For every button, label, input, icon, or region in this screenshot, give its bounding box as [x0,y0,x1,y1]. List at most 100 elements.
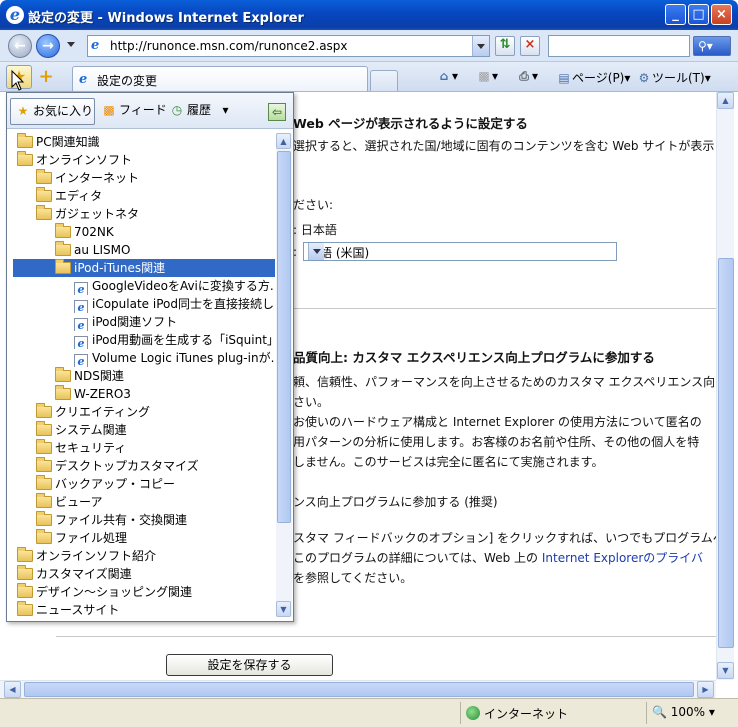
language-select[interactable]: 英語 (米国) [303,242,617,261]
favorites-link[interactable]: e GoogleVideoをAviに変換する方... [13,277,275,295]
favorites-folder[interactable]: バックアップ・コピー [13,475,275,493]
section-text: 選択すると、選択された国/地域に固有のコンテンツを含む Web サイトが表示さ [293,139,716,153]
page-icon: e [79,72,88,87]
scroll-down-arrow-icon[interactable]: ▼ [717,662,734,679]
favorites-item-label: iCopulate iPod同士を直接接続し... [92,297,275,311]
window-title: 設定の変更 - Windows Internet Explorer [28,11,304,26]
ie-page-icon: e [74,336,88,349]
ie-page-icon: e [74,300,88,313]
vertical-scrollbar[interactable]: ▲ ▼ [716,92,734,680]
refresh-button[interactable]: ⇅ [495,36,515,56]
close-button[interactable]: × [711,4,732,25]
tab-favorites[interactable]: ★ お気に入り [10,98,95,125]
scroll-right-arrow-icon[interactable]: ▶ [697,681,714,698]
print-button[interactable]: ⎙ ▾ [516,69,538,84]
favorites-item-label: ニュースサイト [36,603,120,617]
ceip-option-label[interactable]: ンス向上プログラムに参加する (推奨) [293,494,498,510]
favorites-folder[interactable]: NDS関連 [13,367,275,385]
favorites-link[interactable]: e iPod用動画を生成する「iSquint」 [13,331,275,349]
favorites-folder[interactable]: PC関連知識 [13,133,275,151]
search-input[interactable] [548,35,690,57]
status-bar: インターネット 🔍 100% ▾ [0,698,738,727]
favorites-folder[interactable]: ニュースサイト [13,601,275,619]
address-dropdown-button[interactable] [472,36,489,56]
favorites-folder[interactable]: iPod-iTunes関連 [13,259,275,277]
stop-button[interactable]: × [520,36,540,56]
scroll-down-arrow-icon[interactable]: ▼ [276,601,291,617]
favorites-center-panel: ★ お気に入り ▩ フィード ◷ 履歴 ▾ ⇦ PC関連知識オンラインソフトインターネ… [6,92,294,622]
favorites-link[interactable]: e iCopulate iPod同士を直接接続し... [13,295,275,313]
section-text: スタマ フィードバックのオプション] をクリックすれば、いつでもプログラムへ [293,531,716,545]
favorites-folder[interactable]: ファイル共有・交換関連 [13,511,275,529]
favorites-folder[interactable]: ファイル処理 [13,529,275,547]
maximize-button[interactable]: □ [688,4,709,25]
favorites-folder[interactable]: デザイン～ショッピング関連 [13,583,275,601]
address-field[interactable]: e http://runonce.msn.com/runonce2.aspx [87,35,490,57]
folder-icon [17,547,33,562]
favorites-folder[interactable]: システム関連 [13,421,275,439]
scroll-thumb[interactable] [718,258,734,648]
favorites-item-label: ファイル処理 [55,531,128,545]
ie-logo-icon: e [6,6,24,24]
save-settings-button[interactable]: 設定を保存する [166,654,333,676]
scroll-left-arrow-icon[interactable]: ◀ [4,681,21,698]
favorites-item-label: PC関連知識 [36,135,100,149]
chevron-down-icon[interactable] [308,243,324,260]
horizontal-scrollbar[interactable]: ◀ ▶ [0,680,716,698]
scroll-thumb[interactable] [277,151,291,523]
favorites-folder[interactable]: W-ZERO3 [13,385,275,403]
add-favorites-button[interactable]: + [37,66,55,88]
folder-icon [55,241,71,256]
favorites-folder[interactable]: クリエイティング [13,403,275,421]
favorites-folder[interactable]: カスタマイズ関連 [13,565,275,583]
folder-icon [36,475,52,490]
favorites-folder[interactable]: セキュリティ [13,439,275,457]
folder-icon [17,565,33,580]
scroll-up-arrow-icon[interactable]: ▲ [276,133,291,149]
privacy-link[interactable]: Internet Explorerのプライバ [542,551,703,565]
page-menu-button[interactable]: ▤ ページ(P)▾ [556,69,630,86]
tools-menu-button[interactable]: ⚙ ツール(T)▾ [636,69,711,86]
favorites-folder[interactable]: オンラインソフト [13,151,275,169]
history-clock-icon: ◷ [171,103,183,117]
minimize-button[interactable]: _ [665,4,686,25]
folder-icon [36,511,52,526]
new-tab-button[interactable] [370,70,398,91]
tab-history[interactable]: ◷ 履歴 ▾ [165,98,229,125]
pin-favorites-center-icon[interactable]: ⇦ [268,103,286,121]
favorites-folder[interactable]: インターネット [13,169,275,187]
favorites-item-label: iPod関連ソフト [92,315,178,329]
favorites-folder[interactable]: au LISMO [13,241,275,259]
home-button[interactable]: ⌂ ▾ [436,69,458,83]
title-bar: e 設定の変更 - Windows Internet Explorer _ □ … [0,0,738,30]
favorites-item-label: セキュリティ [55,441,127,455]
favorites-link[interactable]: e Volume Logic iTunes plug-inが... [13,349,275,367]
feeds-button[interactable]: ▩ ▾ [476,69,498,83]
scroll-up-arrow-icon[interactable]: ▲ [717,92,734,109]
tab-current[interactable]: e 設定の変更 [72,66,368,91]
folder-icon [36,187,52,202]
favorites-item-label: iPod-iTunes関連 [74,261,166,275]
favorites-item-label: インターネット [55,171,140,185]
favorites-folder[interactable]: ビューア [13,493,275,511]
section-text: 用パターンの分析に使用します。お客様のお名前や住所、その他の個人を特 [293,435,700,449]
forward-button[interactable]: → [36,34,60,58]
folder-icon [17,583,33,598]
favorites-folder[interactable]: オンラインソフト紹介 [13,547,275,565]
search-button[interactable]: ⚲▾ [693,36,731,56]
tab-feeds[interactable]: ▩ フィード [97,98,166,125]
favorites-folder[interactable]: デスクトップカスタマイズ [13,457,275,475]
favorites-scrollbar[interactable]: ▲ ▼ [276,133,292,617]
favorites-folder[interactable]: 702NK [13,223,275,241]
favorites-folder[interactable]: エディタ [13,187,275,205]
folder-icon [55,367,71,382]
recent-pages-dropdown-icon[interactable] [67,42,75,47]
favorites-link[interactable]: e iPod関連ソフト [13,313,275,331]
scroll-thumb[interactable] [24,682,694,697]
zoom-level[interactable]: 🔍 100% ▾ [652,705,715,719]
favorites-item-label: iPod用動画を生成する「iSquint」 [92,333,275,347]
favorites-item-label: NDS関連 [74,369,124,383]
back-button[interactable]: ← [8,34,32,58]
section-text: お使いのハードウェア構成と Internet Explorer の使用方法につい… [293,415,702,429]
favorites-folder[interactable]: ガジェットネタ [13,205,275,223]
